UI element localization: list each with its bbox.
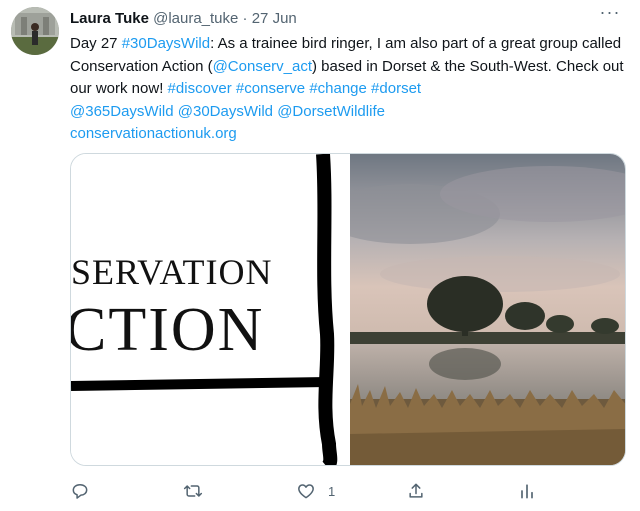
retweet-icon	[183, 485, 203, 497]
url-link[interactable]: conservationactionuk.org	[70, 125, 237, 142]
tweet-date[interactable]: 27 Jun	[252, 10, 297, 27]
analytics-icon	[521, 484, 533, 499]
like-icon	[298, 484, 314, 499]
lake-photo-image	[350, 154, 625, 465]
avatar[interactable]	[11, 7, 59, 55]
share-icon	[409, 483, 423, 498]
hashtag-link[interactable]: #dorset	[371, 80, 421, 97]
lake-photo[interactable]	[350, 154, 625, 465]
author-handle[interactable]: @laura_tuke	[153, 10, 238, 27]
share-button[interactable]	[406, 478, 426, 504]
logo-image[interactable]: SERVATION CTION	[71, 154, 348, 465]
tweet-text: Day 27 #30DaysWild: As a trainee bird ri…	[70, 33, 626, 146]
like-button[interactable]: 1	[296, 478, 335, 504]
mention-link[interactable]: @365DaysWild	[70, 103, 174, 120]
hashtag-link[interactable]: #change	[309, 80, 367, 97]
mention-link[interactable]: @30DaysWild	[178, 103, 273, 120]
media-grid: SERVATION CTION	[70, 153, 626, 466]
analytics-button[interactable]	[517, 478, 537, 504]
logo-frame-lines	[71, 154, 338, 465]
mention-link[interactable]: @DorsetWildlife	[277, 103, 385, 120]
tweet-header: Laura Tuke @laura_tuke · 27 Jun	[70, 9, 297, 29]
reply-button[interactable]	[70, 478, 102, 504]
text-segment: Day 27	[70, 35, 122, 52]
avatar-image	[11, 7, 59, 55]
hashtag-link[interactable]: #conserve	[236, 80, 305, 97]
separator-dot: ·	[242, 10, 248, 27]
reply-icon	[72, 484, 88, 499]
mention-link[interactable]: @Conserv_act	[213, 58, 312, 75]
more-icon[interactable]: ···	[599, 3, 621, 22]
author-name[interactable]: Laura Tuke	[70, 10, 149, 27]
retweet-button[interactable]	[183, 478, 215, 504]
hashtag-link[interactable]: #30DaysWild	[122, 35, 210, 52]
action-bar: 1	[70, 478, 626, 504]
hashtag-link[interactable]: #discover	[168, 80, 232, 97]
like-count: 1	[328, 483, 336, 499]
